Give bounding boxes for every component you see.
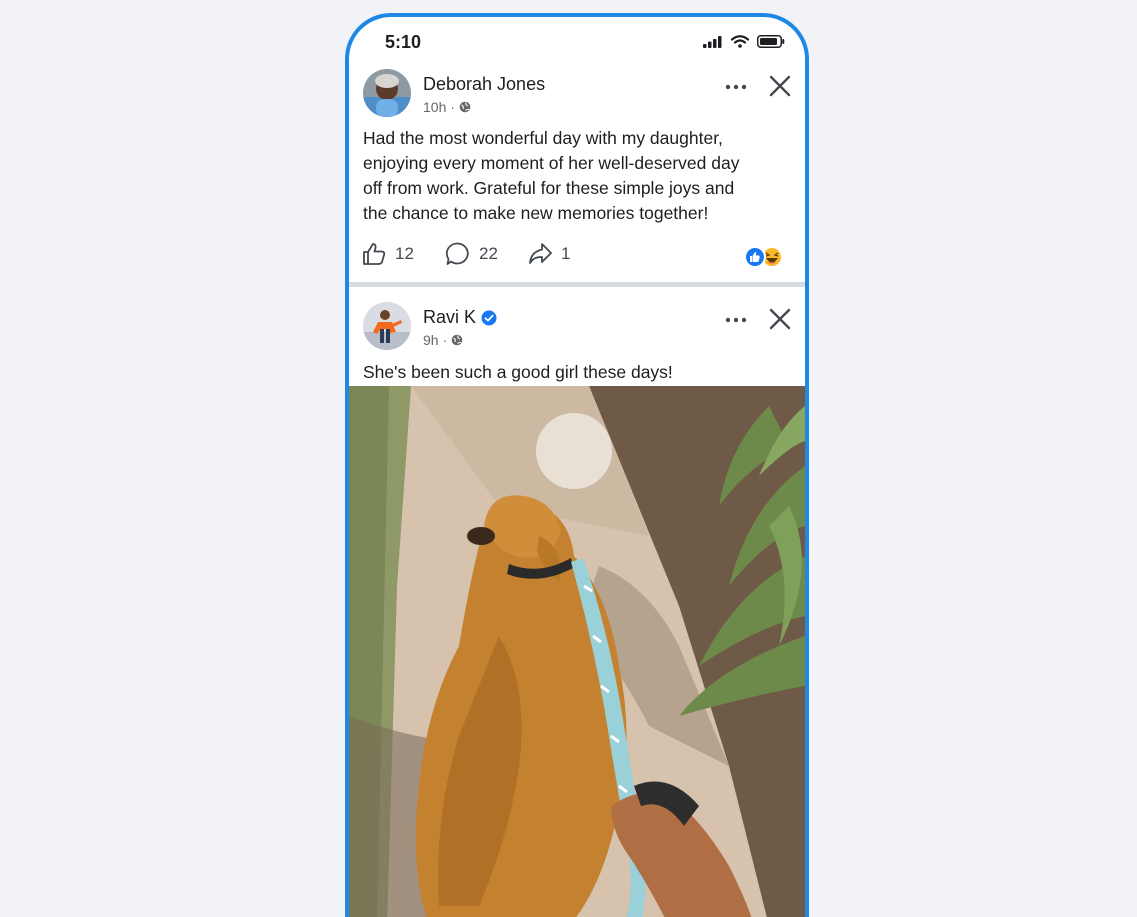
- post-header-ravi: Ravi K 9h ·: [363, 302, 793, 354]
- post-photo[interactable]: [349, 386, 805, 917]
- more-icon: [725, 84, 747, 90]
- author-name[interactable]: Ravi K: [423, 307, 497, 328]
- comment-button[interactable]: 22: [445, 241, 498, 267]
- post-header-deborah: Deborah Jones 10h ·: [363, 69, 793, 121]
- close-icon: [769, 308, 791, 330]
- like-icon: [363, 243, 386, 265]
- author-name[interactable]: Deborah Jones: [423, 74, 545, 95]
- share-icon: [529, 243, 552, 264]
- post-meta: 10h ·: [423, 99, 471, 115]
- more-icon: [725, 317, 747, 323]
- post-text-line: the chance to make new memories together…: [363, 203, 709, 223]
- post-time: 9h: [423, 332, 439, 348]
- play-icon: [536, 413, 612, 489]
- more-options-button[interactable]: [721, 77, 751, 97]
- like-count: 12: [395, 244, 414, 263]
- post-text-line: enjoying every moment of her well-deserv…: [363, 153, 740, 173]
- post-text-line: Had the most wonderful day with my daugh…: [363, 128, 723, 148]
- status-time: 5:10: [385, 32, 422, 52]
- status-icons: [703, 35, 785, 48]
- wifi-icon: [731, 35, 749, 48]
- more-options-button[interactable]: [721, 310, 751, 330]
- like-button[interactable]: 12: [361, 241, 414, 267]
- avatar[interactable]: [363, 69, 411, 117]
- share-button[interactable]: 1: [527, 241, 570, 267]
- post-time: 10h: [423, 99, 447, 115]
- post-divider: [349, 282, 805, 287]
- reaction-icons[interactable]: [743, 245, 785, 269]
- post-actions: 12 22 1: [361, 241, 797, 271]
- post-meta: 9h ·: [423, 332, 463, 348]
- post-text: She's been such a good girl these days!: [363, 360, 783, 385]
- battery-icon: [757, 35, 785, 48]
- post-text-line: She's been such a good girl these days!: [363, 362, 673, 382]
- post-text-line: off from work. Grateful for these simple…: [363, 178, 735, 198]
- signal-icon: [703, 35, 722, 48]
- like-reaction-icon: [744, 246, 766, 268]
- globe-icon: [451, 334, 463, 346]
- close-icon: [769, 75, 791, 97]
- phone-frame: 5:10 Deborah Jones 10h · Had the most wo…: [345, 13, 809, 917]
- close-button[interactable]: [767, 306, 793, 332]
- post-text: Had the most wonderful day with my daugh…: [363, 126, 783, 226]
- comment-icon: [445, 242, 469, 265]
- status-bar: 5:10: [349, 17, 805, 63]
- verified-icon: [481, 310, 497, 325]
- avatar[interactable]: [363, 302, 411, 350]
- comment-count: 22: [479, 244, 498, 263]
- share-count: 1: [561, 244, 571, 263]
- globe-icon: [459, 101, 471, 113]
- close-button[interactable]: [767, 73, 793, 99]
